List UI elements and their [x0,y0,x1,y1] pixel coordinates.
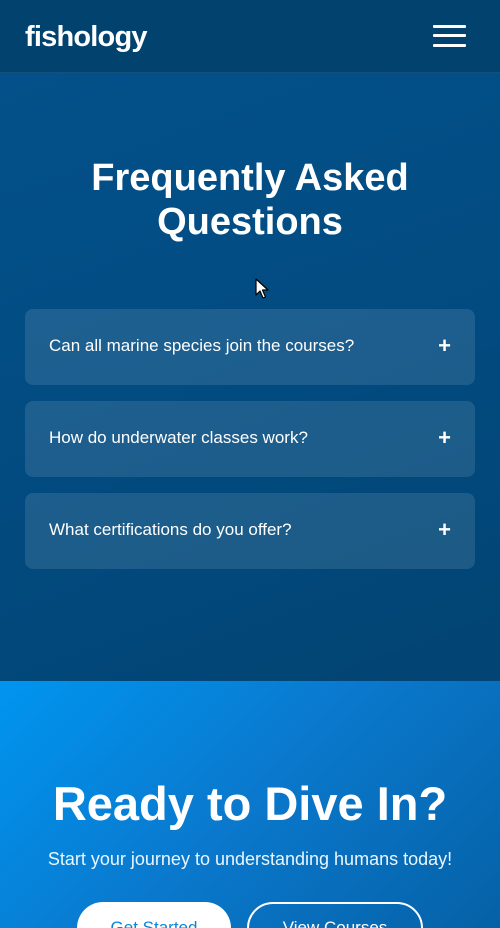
site-header: fishology [0,0,500,73]
faq-question: How do underwater classes work? [49,428,308,447]
faq-item[interactable]: How do underwater classes work? + [25,401,475,477]
plus-icon[interactable]: + [438,334,451,358]
menu-bar [433,25,466,28]
cta-section: Ready to Dive In? Start your journey to … [0,681,500,928]
plus-icon[interactable]: + [438,426,451,450]
faq-section: Frequently Asked Questions Can all marin… [0,73,500,681]
hamburger-menu-icon[interactable] [433,25,466,47]
faq-item[interactable]: Can all marine species join the courses?… [25,309,475,385]
cta-subtitle: Start your journey to understanding huma… [47,849,453,869]
view-courses-button[interactable]: View Courses [247,902,423,928]
menu-bar [433,44,466,47]
get-started-button[interactable]: Get Started [77,902,231,928]
logo[interactable]: fishology [25,20,147,54]
menu-bar [433,34,466,37]
faq-item[interactable]: What certifications do you offer? + [25,493,475,569]
faq-title: Frequently Asked Questions [91,157,409,243]
plus-icon[interactable]: + [438,518,451,542]
cta-title: Ready to Dive In? [52,777,448,830]
mouse-cursor-icon [255,278,269,299]
faq-question: What certifications do you offer? [49,520,292,539]
faq-question: Can all marine species join the courses? [49,336,355,355]
